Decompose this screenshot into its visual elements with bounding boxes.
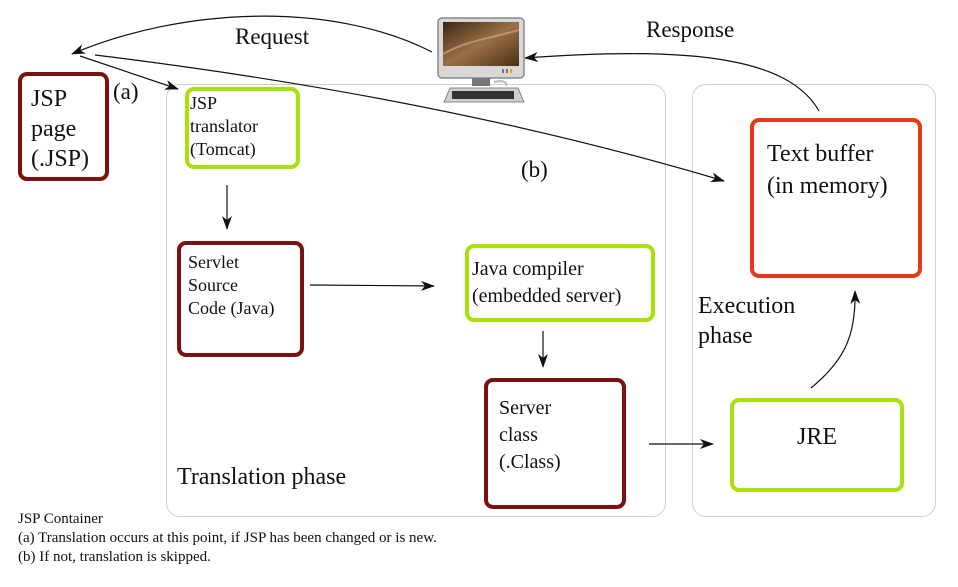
servlet-source-node: Servlet Source Code (Java) [177,241,304,357]
jre-node: JRE [730,398,904,492]
server-class-label: Server class (.Class) [499,397,561,473]
jsp-translator-node: JSP translator (Tomcat) [185,87,300,169]
footnote-title: JSP Container [18,511,103,527]
execution-phase-label: Execution phase [698,293,796,349]
footnote-b: (b) If not, translation is skipped. [18,549,211,565]
jsp-page-node: JSP page (.JSP) [18,72,109,181]
java-compiler-label: Java compiler (embedded server) [472,258,622,307]
server-class-node: Server class (.Class) [484,378,626,509]
jre-label: JRE [796,424,837,450]
text-buffer-label: Text buffer (in memory) [767,141,888,199]
response-label: Response [646,17,735,42]
desktop-computer-icon [436,16,526,106]
jsp-translator-label: JSP translator (Tomcat) [190,93,258,159]
jsp-page-label: JSP page (.JSP) [31,86,90,172]
footnote-a: (a) Translation occurs at this point, if… [18,530,437,546]
servlet-source-label: Servlet Source Code (Java) [188,252,275,318]
marker-b: (b) [521,157,548,182]
marker-a: (a) [113,79,139,104]
translation-phase-label: Translation phase [177,464,347,490]
request-label: Request [235,24,310,49]
java-compiler-node: Java compiler (embedded server) [465,244,655,322]
text-buffer-node: Text buffer (in memory) [750,118,922,278]
footnotes: JSP Container (a) Translation occurs at … [18,510,437,567]
